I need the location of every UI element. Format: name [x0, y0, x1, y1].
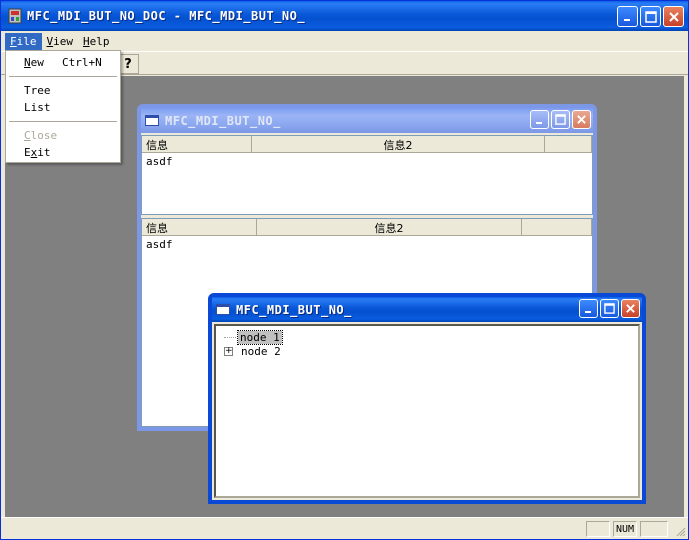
list-child-title: MFC_MDI_BUT_NO_	[165, 113, 281, 128]
expand-plus-icon[interactable]: +	[224, 346, 233, 356]
menu-item-exit-mnemonic: x	[30, 146, 38, 159]
close-button[interactable]	[663, 6, 684, 27]
tree-child-maximize-button[interactable]	[600, 299, 619, 318]
list-header-bottom: 信息 信息2	[142, 219, 592, 236]
app-icon	[8, 8, 22, 24]
tree-connector	[224, 336, 236, 338]
tree-child-title-bar[interactable]: MFC_MDI_BUT_NO_	[212, 297, 642, 322]
minimize-icon	[584, 310, 591, 313]
menu-file-mnemonic: F	[10, 34, 17, 48]
close-icon	[577, 115, 586, 124]
list-child-close-button[interactable]	[572, 110, 591, 129]
tree-child-title: MFC_MDI_BUT_NO_	[236, 302, 352, 317]
tree-child-minimize-button[interactable]	[579, 299, 598, 318]
list-child-controls	[530, 110, 591, 129]
column-header[interactable]: 信息2	[252, 136, 545, 153]
tree-node[interactable]: + node 2	[224, 344, 283, 358]
menu-help-mnemonic: H	[83, 34, 90, 48]
menu-file-label: ile	[16, 34, 37, 48]
column-header[interactable]: 信息2	[257, 219, 522, 236]
minimize-icon	[623, 18, 630, 21]
list-header-top: 信息 信息2	[142, 136, 592, 153]
menu-item-list[interactable]: List	[6, 99, 120, 116]
status-pane-caps	[586, 521, 610, 537]
menu-item-new-label: ew	[30, 56, 44, 69]
menu-help[interactable]: Help	[78, 33, 115, 50]
maximize-icon	[604, 303, 615, 314]
menu-file[interactable]: File	[5, 32, 42, 50]
status-pane-scroll	[640, 521, 668, 537]
minimize-icon	[535, 121, 542, 124]
status-bar: NUM	[1, 517, 688, 539]
menu-help-label: elp	[89, 34, 110, 48]
menu-separator	[9, 121, 117, 122]
document-icon	[216, 304, 230, 315]
shortcut-label: Ctrl+N	[62, 56, 102, 69]
resize-grip-icon[interactable]	[674, 525, 686, 537]
tree-child-controls	[579, 299, 640, 318]
maximize-icon	[644, 10, 657, 23]
menu-item-close-mnemonic: C	[24, 129, 31, 142]
list-view-top[interactable]: 信息 信息2 asdf	[141, 135, 593, 215]
maximize-icon	[555, 114, 566, 125]
close-icon	[626, 304, 635, 313]
window-controls	[617, 6, 684, 27]
tree-view[interactable]: node 1 + node 2	[214, 324, 640, 498]
app-title: MFC_MDI_BUT_NO_DOC - MFC_MDI_BUT_NO_	[27, 9, 306, 23]
file-dropdown-menu: New Ctrl+N Tree List Close Ex it	[5, 50, 121, 163]
list-child-minimize-button[interactable]	[530, 110, 549, 129]
menu-view[interactable]: View	[42, 33, 79, 50]
list-item[interactable]: asdf	[146, 238, 173, 251]
menu-item-close: Close	[6, 127, 120, 144]
tree-child-close-button[interactable]	[621, 299, 640, 318]
list-child-maximize-button[interactable]	[551, 110, 570, 129]
minimize-button[interactable]	[617, 6, 638, 27]
main-window: MFC_MDI_BUT_NO_DOC - MFC_MDI_BUT_NO_ Fil…	[0, 0, 689, 540]
menu-item-tree[interactable]: Tree	[6, 82, 120, 99]
menu-item-new-mnemonic: N	[24, 56, 31, 69]
maximize-button[interactable]	[640, 6, 661, 27]
menu-item-close-label: lose	[30, 129, 58, 142]
main-title-bar[interactable]: MFC_MDI_BUT_NO_DOC - MFC_MDI_BUT_NO_	[1, 1, 688, 31]
close-icon	[668, 11, 679, 22]
tree-child-window: MFC_MDI_BUT_NO_ node 1 + node 2	[208, 293, 646, 504]
list-item[interactable]: asdf	[146, 155, 173, 168]
status-pane-num: NUM	[613, 521, 637, 537]
tree-node[interactable]: node 1	[224, 329, 283, 345]
document-icon	[145, 115, 159, 126]
column-header-filler	[545, 136, 592, 153]
menu-item-tree-label: Tree	[24, 84, 51, 97]
menu-separator	[9, 76, 117, 77]
menu-view-label: iew	[53, 34, 73, 48]
menu-item-exit-prefix: E	[24, 146, 31, 159]
list-child-title-bar[interactable]: MFC_MDI_BUT_NO_	[141, 108, 593, 133]
column-header[interactable]: 信息	[142, 136, 252, 153]
menu-item-exit[interactable]: Ex it	[6, 144, 120, 161]
column-header[interactable]: 信息	[142, 219, 257, 236]
menu-item-new[interactable]: New Ctrl+N	[6, 54, 120, 71]
menu-item-list-label: List	[24, 101, 51, 114]
menu-item-exit-label: it	[37, 146, 51, 159]
tree-node-label[interactable]: node 2	[239, 345, 283, 358]
column-header-filler	[522, 219, 592, 236]
tree-node-label[interactable]: node 1	[237, 329, 283, 345]
menu-bar: File View Help	[1, 31, 688, 51]
help-question-icon: ?	[124, 56, 132, 72]
